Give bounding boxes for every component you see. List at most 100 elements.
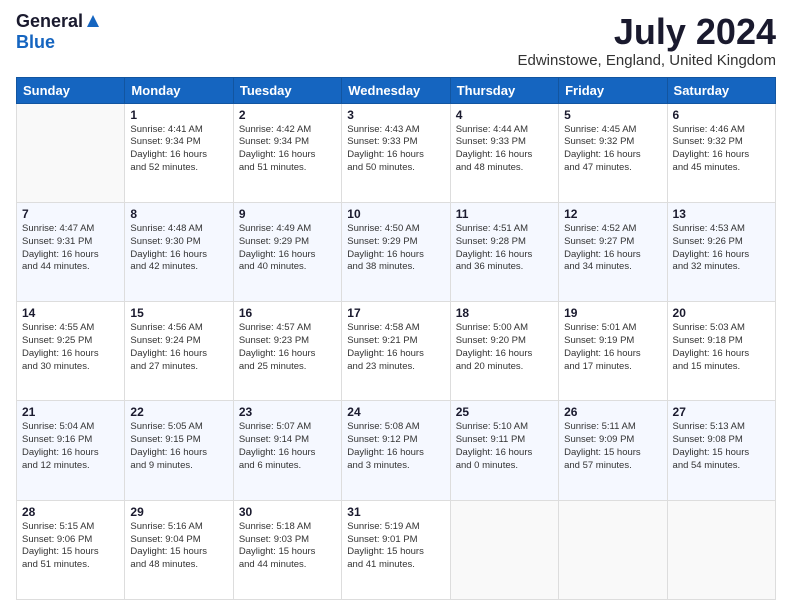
day-number: 30 [239,505,336,519]
day-info: Sunrise: 4:49 AMSunset: 9:29 PMDaylight:… [239,223,336,274]
calendar-week-row: 21 Sunrise: 5:04 AMSunset: 9:16 PMDayligh… [17,401,776,500]
calendar-cell: 25 Sunrise: 5:10 AMSunset: 9:11 PMDayligh… [450,401,558,500]
day-number: 26 [564,405,661,419]
day-number: 13 [673,207,770,221]
day-info: Sunrise: 4:41 AMSunset: 9:34 PMDaylight:… [130,124,227,175]
calendar-cell: 17 Sunrise: 4:58 AMSunset: 9:21 PMDayligh… [342,302,450,401]
day-info: Sunrise: 5:05 AMSunset: 9:15 PMDaylight:… [130,421,227,472]
calendar-week-row: 28Sunrise: 5:15 AMSunset: 9:06 PMDayligh… [17,500,776,599]
day-number: 14 [22,306,119,320]
calendar-cell: 12 Sunrise: 4:52 AMSunset: 9:27 PMDayligh… [559,202,667,301]
calendar-cell: 18Sunrise: 5:00 AMSunset: 9:20 PMDayligh… [450,302,558,401]
day-number: 31 [347,505,444,519]
calendar-week-row: 7 Sunrise: 4:47 AMSunset: 9:31 PMDaylight… [17,202,776,301]
main-title: July 2024 [518,12,777,52]
day-number: 22 [130,405,227,419]
calendar-table: SundayMondayTuesdayWednesdayThursdayFrid… [16,77,776,600]
day-info: Sunrise: 5:11 AMSunset: 9:09 PMDaylight:… [564,421,661,472]
calendar-header-row: SundayMondayTuesdayWednesdayThursdayFrid… [17,77,776,103]
day-info: Sunrise: 5:16 AMSunset: 9:04 PMDaylight:… [130,521,227,572]
day-info: Sunrise: 5:07 AMSunset: 9:14 PMDaylight:… [239,421,336,472]
calendar-week-row: 1Sunrise: 4:41 AMSunset: 9:34 PMDaylight… [17,103,776,202]
calendar-header-saturday: Saturday [667,77,775,103]
day-info: Sunrise: 4:45 AMSunset: 9:32 PMDaylight:… [564,124,661,175]
day-number: 19 [564,306,661,320]
logo-general: General [16,12,83,32]
calendar-header-monday: Monday [125,77,233,103]
day-info: Sunrise: 4:57 AMSunset: 9:23 PMDaylight:… [239,322,336,373]
calendar-header-wednesday: Wednesday [342,77,450,103]
subtitle: Edwinstowe, England, United Kingdom [518,52,777,69]
calendar-cell: 21 Sunrise: 5:04 AMSunset: 9:16 PMDayligh… [17,401,125,500]
day-number: 28 [22,505,119,519]
calendar-cell: 7 Sunrise: 4:47 AMSunset: 9:31 PMDaylight… [17,202,125,301]
day-info: Sunrise: 4:58 AMSunset: 9:21 PMDaylight:… [347,322,444,373]
day-number: 27 [673,405,770,419]
day-info: Sunrise: 4:43 AMSunset: 9:33 PMDaylight:… [347,124,444,175]
day-info: Sunrise: 5:13 AMSunset: 9:08 PMDaylight:… [673,421,770,472]
calendar-cell: 3 Sunrise: 4:43 AMSunset: 9:33 PMDaylight… [342,103,450,202]
calendar-cell: 1Sunrise: 4:41 AMSunset: 9:34 PMDaylight… [125,103,233,202]
calendar-header-tuesday: Tuesday [233,77,341,103]
calendar-cell [667,500,775,599]
day-number: 6 [673,108,770,122]
day-info: Sunrise: 5:03 AMSunset: 9:18 PMDaylight:… [673,322,770,373]
calendar-cell: 8 Sunrise: 4:48 AMSunset: 9:30 PMDaylight… [125,202,233,301]
day-info: Sunrise: 5:04 AMSunset: 9:16 PMDaylight:… [22,421,119,472]
header: General Blue July 2024 Edwinstowe, Engla… [16,12,776,69]
calendar-cell: 30 Sunrise: 5:18 AMSunset: 9:03 PMDayligh… [233,500,341,599]
day-info: Sunrise: 5:10 AMSunset: 9:11 PMDaylight:… [456,421,553,472]
day-number: 29 [130,505,227,519]
day-info: Sunrise: 4:47 AMSunset: 9:31 PMDaylight:… [22,223,119,274]
day-info: Sunrise: 4:51 AMSunset: 9:28 PMDaylight:… [456,223,553,274]
calendar-cell: 19Sunrise: 5:01 AMSunset: 9:19 PMDayligh… [559,302,667,401]
day-info: Sunrise: 4:55 AMSunset: 9:25 PMDaylight:… [22,322,119,373]
day-number: 21 [22,405,119,419]
day-info: Sunrise: 5:19 AMSunset: 9:01 PMDaylight:… [347,521,444,572]
calendar-cell: 28Sunrise: 5:15 AMSunset: 9:06 PMDayligh… [17,500,125,599]
day-number: 10 [347,207,444,221]
calendar-cell: 23 Sunrise: 5:07 AMSunset: 9:14 PMDayligh… [233,401,341,500]
calendar-cell: 27 Sunrise: 5:13 AMSunset: 9:08 PMDayligh… [667,401,775,500]
day-info: Sunrise: 4:42 AMSunset: 9:34 PMDaylight:… [239,124,336,175]
day-number: 11 [456,207,553,221]
day-info: Sunrise: 4:50 AMSunset: 9:29 PMDaylight:… [347,223,444,274]
calendar-cell: 31 Sunrise: 5:19 AMSunset: 9:01 PMDayligh… [342,500,450,599]
logo-triangle-icon [86,14,100,33]
day-number: 3 [347,108,444,122]
calendar-cell: 24 Sunrise: 5:08 AMSunset: 9:12 PMDayligh… [342,401,450,500]
calendar-cell: 29 Sunrise: 5:16 AMSunset: 9:04 PMDayligh… [125,500,233,599]
calendar-cell [17,103,125,202]
day-info: Sunrise: 4:44 AMSunset: 9:33 PMDaylight:… [456,124,553,175]
day-info: Sunrise: 4:56 AMSunset: 9:24 PMDaylight:… [130,322,227,373]
day-info: Sunrise: 4:46 AMSunset: 9:32 PMDaylight:… [673,124,770,175]
day-info: Sunrise: 5:18 AMSunset: 9:03 PMDaylight:… [239,521,336,572]
day-number: 25 [456,405,553,419]
day-number: 5 [564,108,661,122]
day-number: 7 [22,207,119,221]
calendar-cell: 10 Sunrise: 4:50 AMSunset: 9:29 PMDayligh… [342,202,450,301]
day-number: 12 [564,207,661,221]
calendar-cell [559,500,667,599]
calendar-cell: 4 Sunrise: 4:44 AMSunset: 9:33 PMDaylight… [450,103,558,202]
day-number: 4 [456,108,553,122]
calendar-cell: 11 Sunrise: 4:51 AMSunset: 9:28 PMDayligh… [450,202,558,301]
day-number: 24 [347,405,444,419]
day-number: 20 [673,306,770,320]
day-number: 15 [130,306,227,320]
day-info: Sunrise: 4:53 AMSunset: 9:26 PMDaylight:… [673,223,770,274]
day-info: Sunrise: 5:08 AMSunset: 9:12 PMDaylight:… [347,421,444,472]
day-number: 17 [347,306,444,320]
logo: General Blue [16,12,100,52]
day-number: 16 [239,306,336,320]
day-number: 8 [130,207,227,221]
day-info: Sunrise: 4:52 AMSunset: 9:27 PMDaylight:… [564,223,661,274]
day-number: 23 [239,405,336,419]
calendar-cell: 14 Sunrise: 4:55 AMSunset: 9:25 PMDayligh… [17,302,125,401]
day-info: Sunrise: 4:48 AMSunset: 9:30 PMDaylight:… [130,223,227,274]
calendar-week-row: 14 Sunrise: 4:55 AMSunset: 9:25 PMDayligh… [17,302,776,401]
calendar-header-sunday: Sunday [17,77,125,103]
day-info: Sunrise: 5:00 AMSunset: 9:20 PMDaylight:… [456,322,553,373]
page: General Blue July 2024 Edwinstowe, Engla… [0,0,792,612]
logo-blue: Blue [16,32,55,52]
